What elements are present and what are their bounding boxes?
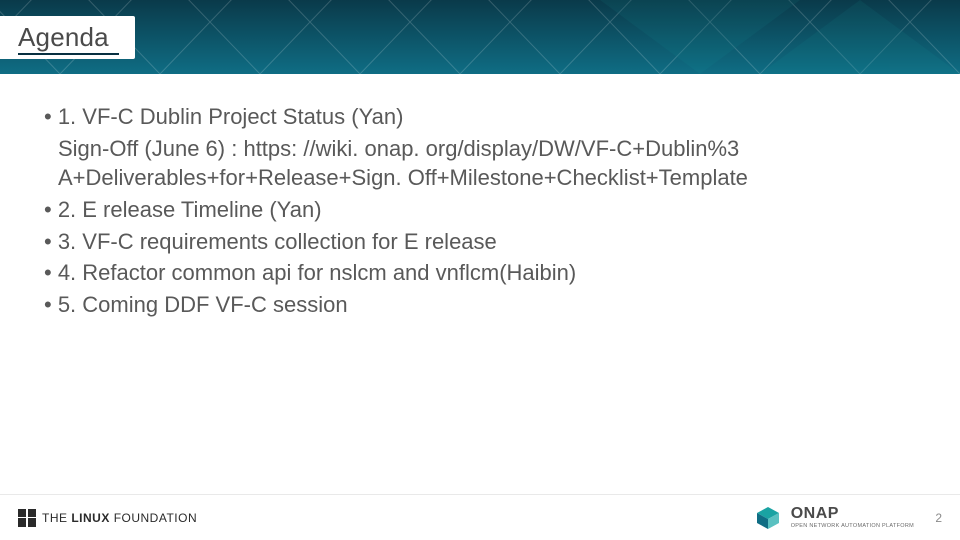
slide-footer: THE LINUX FOUNDATION xyxy=(0,494,960,540)
page-number: 2 xyxy=(932,511,942,525)
onap-text: ONAP OPEN NETWORK AUTOMATION PLATFORM xyxy=(791,506,914,530)
title-container: Agenda xyxy=(0,16,135,59)
footer-right: ONAP OPEN NETWORK AUTOMATION PLATFORM 2 xyxy=(755,505,942,531)
onap-logo: ONAP OPEN NETWORK AUTOMATION PLATFORM xyxy=(755,505,914,531)
page-title: Agenda xyxy=(18,22,109,53)
list-item: • 5. Coming DDF VF-C session xyxy=(44,290,920,320)
onap-sub-text: OPEN NETWORK AUTOMATION PLATFORM xyxy=(791,524,914,530)
list-item: Sign-Off (June 6) : https: //wiki. onap.… xyxy=(44,134,920,193)
list-item: • 2. E release Timeline (Yan) xyxy=(44,195,920,225)
onap-main-text: ONAP xyxy=(791,506,914,522)
slide-body: • 1. VF-C Dublin Project Status (Yan) Si… xyxy=(0,74,960,494)
list-item: • 3. VF-C requirements collection for E … xyxy=(44,227,920,257)
onap-icon xyxy=(755,505,781,531)
list-item: • 1. VF-C Dublin Project Status (Yan) xyxy=(44,102,920,132)
slide-header: Agenda xyxy=(0,0,960,74)
list-item: • 4. Refactor common api for nslcm and v… xyxy=(44,258,920,288)
slide: Agenda • 1. VF-C Dublin Project Status (… xyxy=(0,0,960,540)
linux-foundation-text: THE LINUX FOUNDATION xyxy=(42,511,197,525)
linux-foundation-logo: THE LINUX FOUNDATION xyxy=(18,509,197,527)
lf-linux: LINUX xyxy=(71,511,110,525)
lf-foundation: FOUNDATION xyxy=(114,511,197,525)
linux-foundation-icon xyxy=(18,509,36,527)
header-pattern xyxy=(0,0,960,74)
lf-the: THE xyxy=(42,511,68,525)
